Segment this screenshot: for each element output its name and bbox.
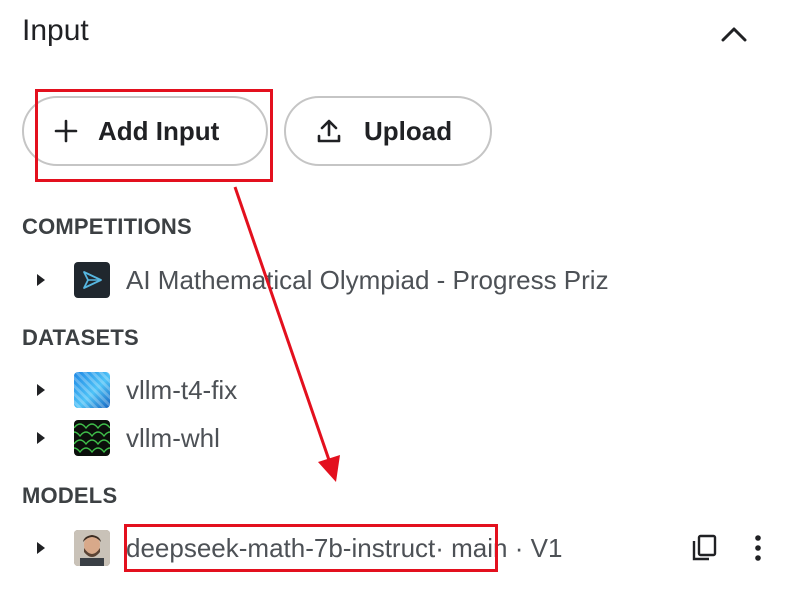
dataset-name: vllm-whl	[126, 422, 220, 453]
list-item-dataset[interactable]: vllm-t4-fix	[22, 370, 782, 410]
user-avatar	[74, 530, 110, 566]
list-item-competition[interactable]: AI Mathematical Olympiad - Progress Priz	[22, 260, 782, 300]
add-input-label: Add Input	[98, 115, 220, 146]
model-actions	[686, 528, 776, 568]
chevron-up-icon	[721, 27, 747, 42]
plus-icon	[54, 119, 78, 143]
model-name[interactable]: deepseek-math-7b-instruct	[126, 533, 435, 564]
list-item-model[interactable]: deepseek-math-7b-instruct · main · V1	[22, 528, 782, 568]
dataset-name: vllm-t4-fix	[126, 374, 238, 405]
dataset-thumbnail	[74, 420, 110, 456]
collapse-button[interactable]	[712, 14, 756, 54]
upload-button[interactable]: Upload	[284, 96, 492, 166]
dataset-thumbnail	[74, 372, 110, 408]
section-heading-competitions: COMPETITIONS	[22, 214, 192, 239]
model-version: · main · V1	[435, 532, 563, 563]
section-heading-models: MODELS	[22, 483, 118, 508]
expand-caret-icon[interactable]	[22, 541, 58, 555]
upload-icon	[316, 118, 342, 144]
upload-label: Upload	[364, 115, 453, 146]
expand-caret-icon[interactable]	[22, 431, 58, 445]
expand-caret-icon[interactable]	[22, 273, 58, 287]
expand-caret-icon[interactable]	[22, 383, 58, 397]
competition-icon	[74, 262, 110, 298]
panel-title: Input	[22, 14, 89, 47]
more-options-icon[interactable]	[740, 528, 776, 568]
copy-icon[interactable]	[686, 528, 722, 568]
section-heading-datasets: DATASETS	[22, 325, 139, 350]
list-item-dataset[interactable]: vllm-whl	[22, 418, 782, 458]
competition-name: AI Mathematical Olympiad - Progress Priz	[126, 264, 609, 295]
add-input-button[interactable]: Add Input	[22, 96, 268, 166]
